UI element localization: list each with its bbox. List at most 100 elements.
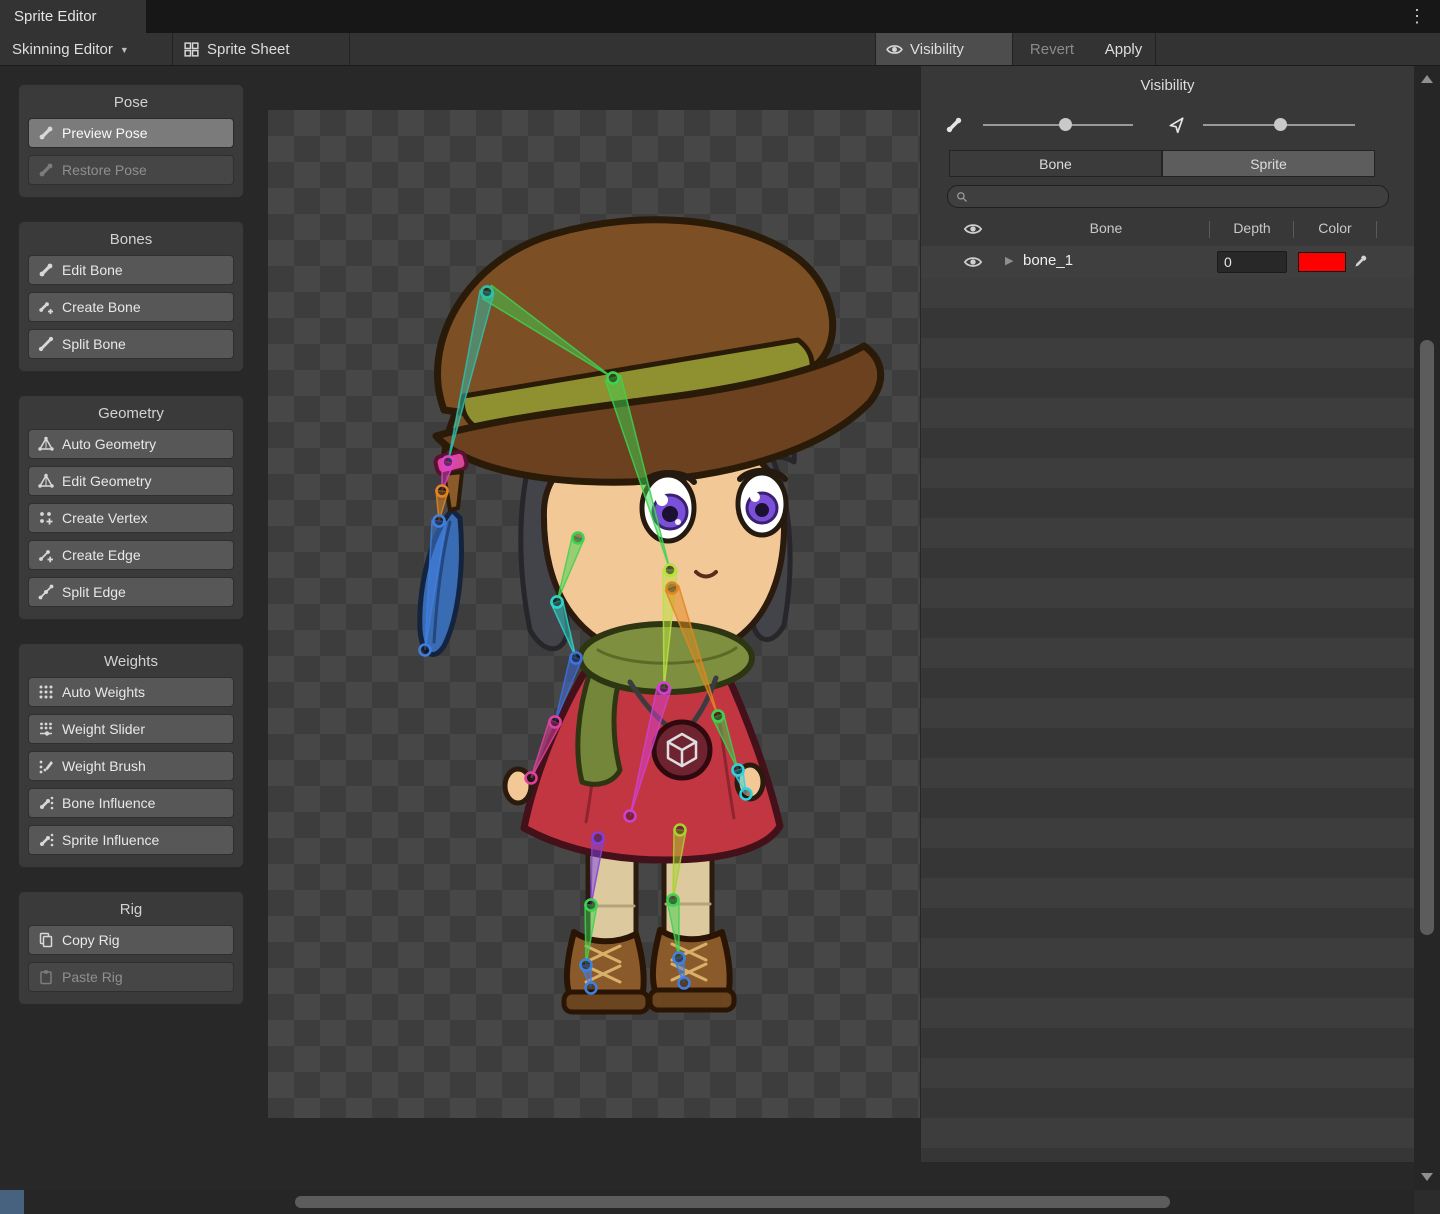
bone-influence-icon bbox=[38, 795, 54, 811]
bone-opacity-slider-track[interactable] bbox=[983, 124, 1133, 126]
paste-rig-button[interactable]: Paste Rig bbox=[28, 962, 234, 992]
sprite-opacity-slider-thumb[interactable] bbox=[1274, 118, 1287, 131]
weight-brush-button[interactable]: Weight Brush bbox=[28, 751, 234, 781]
search-input[interactable] bbox=[974, 188, 1380, 205]
bone-gizmo[interactable] bbox=[420, 516, 446, 656]
weights-panel-title: Weights bbox=[23, 653, 239, 670]
auto-weights-label: Auto Weights bbox=[62, 684, 145, 700]
bone-gizmo[interactable] bbox=[668, 825, 686, 906]
scroll-up-icon[interactable] bbox=[1421, 75, 1433, 83]
bone-gizmo[interactable] bbox=[586, 833, 604, 911]
weight-slider-button[interactable]: Weight Slider bbox=[28, 714, 234, 744]
visibility-toggle-label: Visibility bbox=[910, 41, 964, 58]
weights-panel: Weights Auto Weights Weight Slider Weigh… bbox=[18, 643, 244, 868]
visibility-toggle-button[interactable]: Visibility bbox=[875, 33, 1013, 65]
restore-pose-icon bbox=[38, 162, 54, 178]
row-eye-icon[interactable] bbox=[963, 255, 983, 269]
chevron-down-icon: ▼ bbox=[120, 43, 129, 55]
tab-sprite-label: Sprite bbox=[1250, 156, 1287, 172]
edit-bone-icon bbox=[38, 262, 54, 278]
bottom-left-corner bbox=[0, 1190, 24, 1214]
revert-button[interactable]: Revert bbox=[1014, 33, 1090, 65]
bone-gizmo[interactable] bbox=[733, 765, 752, 800]
bone-gizmo[interactable] bbox=[482, 285, 619, 383]
bone-name-label[interactable]: bone_1 bbox=[1023, 252, 1073, 269]
column-divider bbox=[1209, 221, 1210, 238]
bone-gizmo[interactable] bbox=[625, 683, 671, 822]
edit-bone-button[interactable]: Edit Bone bbox=[28, 255, 234, 285]
bone-row[interactable]: ▶ bone_1 bbox=[921, 246, 1414, 278]
tab-bone[interactable]: Bone bbox=[949, 150, 1162, 177]
create-bone-label: Create Bone bbox=[62, 299, 141, 315]
split-edge-icon bbox=[38, 584, 54, 600]
tab-sprite-editor[interactable]: Sprite Editor bbox=[0, 0, 146, 33]
column-header-depth: Depth bbox=[1217, 220, 1287, 236]
split-edge-button[interactable]: Split Edge bbox=[28, 577, 234, 607]
pose-panel-title: Pose bbox=[23, 94, 239, 111]
visibility-panel-title: Visibility bbox=[921, 77, 1414, 94]
restore-pose-button[interactable]: Restore Pose bbox=[28, 155, 234, 185]
bone-gizmo[interactable] bbox=[443, 287, 494, 468]
rig-panel: Rig Copy Rig Paste Rig bbox=[18, 891, 244, 1005]
auto-weights-button[interactable]: Auto Weights bbox=[28, 677, 234, 707]
auto-weights-icon bbox=[38, 684, 54, 700]
restore-pose-label: Restore Pose bbox=[62, 162, 147, 178]
eye-icon bbox=[886, 41, 903, 58]
split-bone-button[interactable]: Split Bone bbox=[28, 329, 234, 359]
preview-pose-button[interactable]: Preview Pose bbox=[28, 118, 234, 148]
bone-gizmo[interactable] bbox=[526, 717, 561, 784]
column-divider bbox=[1293, 221, 1294, 238]
split-bone-label: Split Bone bbox=[62, 336, 126, 352]
create-vertex-button[interactable]: Create Vertex bbox=[28, 503, 234, 533]
sprite-influence-button[interactable]: Sprite Influence bbox=[28, 825, 234, 855]
create-bone-icon bbox=[38, 299, 54, 315]
sprite-sheet-label: Sprite Sheet bbox=[207, 41, 290, 58]
scroll-down-icon[interactable] bbox=[1421, 1173, 1433, 1181]
edit-geometry-button[interactable]: Edit Geometry bbox=[28, 466, 234, 496]
sprite-influence-icon bbox=[38, 832, 54, 848]
bone-gizmo[interactable] bbox=[665, 583, 723, 722]
expander-icon[interactable]: ▶ bbox=[1005, 254, 1013, 267]
paste-rig-label: Paste Rig bbox=[62, 969, 123, 985]
depth-input[interactable] bbox=[1217, 251, 1287, 273]
split-bone-icon bbox=[38, 336, 54, 352]
horizontal-scrollbar-thumb[interactable] bbox=[295, 1196, 1170, 1208]
eyedropper-icon[interactable] bbox=[1354, 253, 1369, 268]
vertical-scrollbar[interactable] bbox=[1414, 66, 1440, 1190]
header-eye-icon[interactable] bbox=[963, 222, 983, 236]
visibility-panel: Visibility Bone Sprite Bone Depth Color bbox=[920, 66, 1414, 1162]
create-bone-button[interactable]: Create Bone bbox=[28, 292, 234, 322]
tab-sprite-editor-label: Sprite Editor bbox=[14, 8, 97, 25]
window-tab-strip: Sprite Editor ⋮ bbox=[0, 0, 1440, 33]
bone-search-field[interactable] bbox=[947, 185, 1389, 208]
bone-gizmo[interactable] bbox=[674, 953, 690, 989]
skinning-editor-dropdown[interactable]: Skinning Editor ▼ bbox=[2, 33, 139, 65]
bone-gizmo[interactable] bbox=[581, 960, 597, 994]
sprite-editor-window: Sprite Editor ⋮ Skinning Editor ▼ Sprite… bbox=[0, 0, 1440, 1214]
horizontal-scrollbar[interactable] bbox=[0, 1190, 1440, 1214]
create-vertex-label: Create Vertex bbox=[62, 510, 148, 526]
auto-geometry-label: Auto Geometry bbox=[62, 436, 156, 452]
search-icon bbox=[956, 191, 968, 203]
bone-color-swatch[interactable] bbox=[1298, 252, 1346, 272]
preview-pose-label: Preview Pose bbox=[62, 125, 148, 141]
skinning-editor-label: Skinning Editor bbox=[12, 41, 113, 58]
apply-button[interactable]: Apply bbox=[1092, 33, 1156, 65]
bone-opacity-slider-thumb[interactable] bbox=[1059, 118, 1072, 131]
weight-slider-label: Weight Slider bbox=[62, 721, 145, 737]
copy-rig-button[interactable]: Copy Rig bbox=[28, 925, 234, 955]
edit-bone-label: Edit Bone bbox=[62, 262, 123, 278]
sprite-sheet-button[interactable]: Sprite Sheet bbox=[172, 33, 350, 65]
create-vertex-icon bbox=[38, 510, 54, 526]
window-menu-button[interactable]: ⋮ bbox=[1408, 0, 1426, 33]
bone-gizmo[interactable] bbox=[605, 373, 675, 576]
weight-brush-icon bbox=[38, 758, 54, 774]
kebab-menu-icon: ⋮ bbox=[1408, 6, 1426, 27]
bones-panel: Bones Edit Bone Create Bone Split Bone bbox=[18, 221, 244, 372]
vertical-scrollbar-thumb[interactable] bbox=[1420, 340, 1434, 935]
bone-opacity-icon bbox=[945, 116, 963, 134]
tab-sprite[interactable]: Sprite bbox=[1162, 150, 1375, 177]
auto-geometry-button[interactable]: Auto Geometry bbox=[28, 429, 234, 459]
create-edge-button[interactable]: Create Edge bbox=[28, 540, 234, 570]
bone-influence-button[interactable]: Bone Influence bbox=[28, 788, 234, 818]
